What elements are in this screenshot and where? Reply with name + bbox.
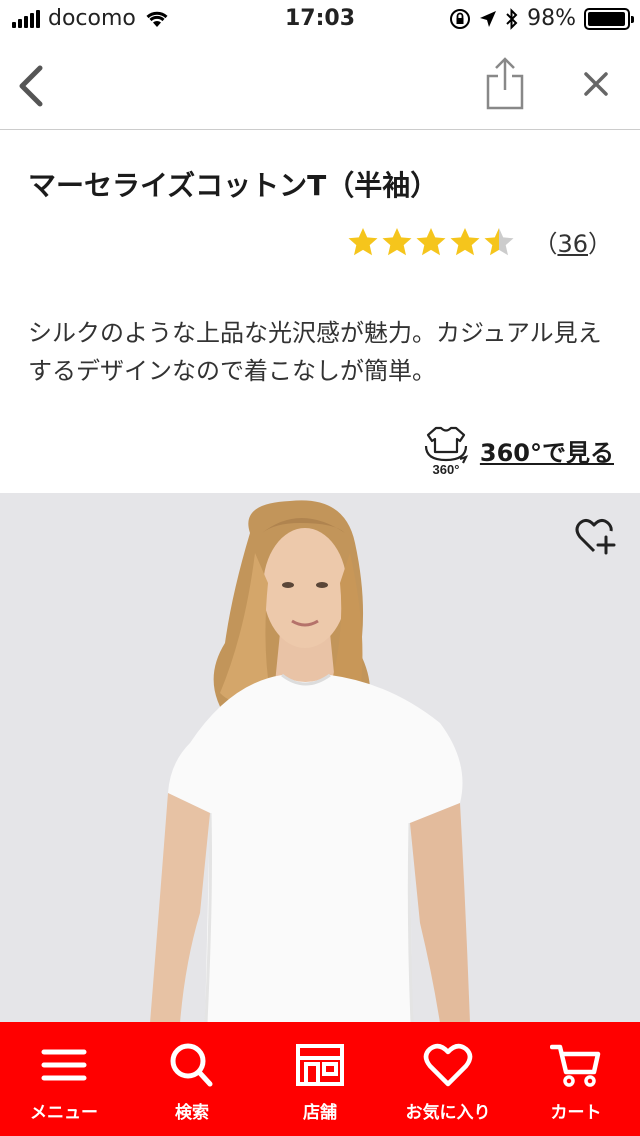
search-icon: [170, 1043, 213, 1087]
battery-icon: [584, 7, 634, 30]
status-bar: docomo 17:03 98%: [0, 0, 640, 40]
tab-menu[interactable]: メニュー: [0, 1022, 128, 1136]
product-description: シルクのような上品な光沢感が魅力。カジュアル見えするデザインなので着こなしが簡単…: [28, 319, 602, 385]
product-photo: [0, 493, 640, 1023]
cart-icon: [550, 1044, 601, 1087]
tab-menu-label: メニュー: [30, 1103, 98, 1123]
star-icon: [416, 227, 446, 255]
tab-favorites-label: お気に入り: [405, 1103, 491, 1123]
share-icon[interactable]: [484, 56, 526, 112]
star-icon: [484, 227, 514, 255]
heart-icon: [423, 1043, 473, 1087]
review-count-number[interactable]: 36: [557, 230, 588, 258]
tab-search-label: 検索: [175, 1103, 209, 1123]
product-title: マーセライズコットンT（半袖）: [28, 169, 439, 202]
tab-store[interactable]: 店舗: [256, 1022, 384, 1136]
rotate-360-icon-text: 360°: [432, 462, 459, 476]
add-to-favorites-icon[interactable]: [574, 517, 616, 557]
tab-favorites[interactable]: お気に入り: [384, 1022, 512, 1136]
tab-cart-label: カート: [550, 1103, 602, 1123]
rotate-360-icon: 360°: [424, 426, 469, 476]
status-right: 98%: [449, 6, 634, 31]
bottom-tab-bar: メニュー 検索 店舗 お気に入り カート: [0, 1022, 640, 1136]
rating[interactable]: （36）: [347, 224, 612, 259]
view-360-label[interactable]: 360°で見る: [480, 433, 614, 468]
product-image[interactable]: [0, 493, 640, 1023]
back-chevron-icon[interactable]: [14, 62, 50, 110]
star-icon: [382, 227, 412, 255]
store-icon: [296, 1044, 344, 1086]
menu-icon: [41, 1049, 87, 1081]
location-icon: [480, 10, 497, 27]
tab-search[interactable]: 検索: [128, 1022, 256, 1136]
tab-cart[interactable]: カート: [512, 1022, 640, 1136]
bluetooth-icon: [506, 7, 518, 30]
star-icon: [450, 227, 480, 255]
tab-store-label: 店舗: [303, 1103, 337, 1123]
view-360-link[interactable]: 360° 360°で見る: [422, 424, 614, 476]
close-icon[interactable]: [580, 68, 612, 100]
orientation-lock-icon: [450, 8, 471, 29]
review-count[interactable]: （36）: [533, 224, 612, 259]
star-icon: [348, 227, 378, 255]
navigation-bar: [0, 40, 640, 130]
review-count-open-paren: （: [533, 230, 558, 258]
battery-percent: 98%: [527, 6, 576, 31]
review-count-close-paren: ）: [588, 230, 612, 258]
star-rating: [347, 226, 515, 258]
